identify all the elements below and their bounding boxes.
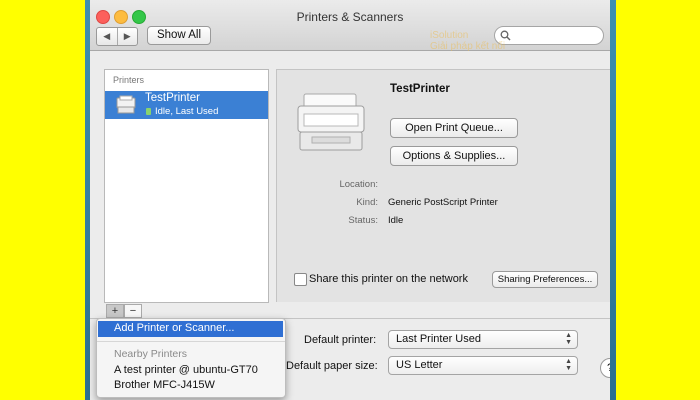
- select-arrows-icon: ▲ ▼: [565, 332, 572, 346]
- menu-separator: [97, 341, 285, 342]
- kind-value: Generic PostScript Printer: [388, 197, 498, 208]
- show-all-button[interactable]: Show All: [147, 26, 211, 45]
- menu-item-add-printer[interactable]: Add Printer or Scanner...: [114, 322, 234, 334]
- printer-icon: [116, 95, 136, 114]
- yellow-frame-left: [0, 0, 85, 400]
- watermark-brand: iSolution: [430, 30, 469, 41]
- share-printer-checkbox[interactable]: [294, 273, 307, 286]
- printers-list: Printers TestPrinter Idle, Last Used: [104, 69, 269, 303]
- paper-size-value: US Letter: [396, 359, 443, 371]
- share-printer-label: Share this printer on the network: [309, 273, 468, 285]
- watermark: iSolution Giải pháp kết nối: [430, 30, 505, 52]
- select-arrows-icon: ▲ ▼: [565, 358, 572, 372]
- list-item-testprinter[interactable]: TestPrinter Idle, Last Used: [105, 91, 268, 119]
- desktop-background-right: [610, 0, 616, 400]
- printer-status: Idle, Last Used: [155, 106, 219, 117]
- paper-size-select[interactable]: US Letter ▲ ▼: [388, 356, 578, 375]
- default-printer-select[interactable]: Last Printer Used ▲ ▼: [388, 330, 578, 349]
- search-input[interactable]: [494, 26, 604, 45]
- options-supplies-button[interactable]: Options & Supplies...: [390, 146, 518, 166]
- add-printer-menu: Add Printer or Scanner... Nearby Printer…: [96, 318, 286, 398]
- back-button[interactable]: ◀: [97, 28, 118, 45]
- sharing-preferences-button[interactable]: Sharing Preferences...: [492, 271, 598, 288]
- forward-button[interactable]: ▶: [118, 28, 138, 45]
- status-label: Status:: [348, 215, 378, 226]
- menu-item-nearby-printer[interactable]: A test printer @ ubuntu-GT70: [114, 364, 258, 376]
- menu-item-nearby-printer[interactable]: Brother MFC-J415W: [114, 379, 215, 391]
- status-indicator-icon: [146, 108, 151, 115]
- watermark-tagline: Giải pháp kết nối: [430, 41, 506, 52]
- default-printer-value: Last Printer Used: [396, 333, 481, 345]
- default-printer-label: Default printer:: [304, 334, 377, 346]
- title-bar: Printers & Scanners ◀ ▶ Show All: [90, 0, 610, 51]
- remove-printer-button[interactable]: −: [124, 304, 142, 318]
- status-value: Idle: [388, 215, 404, 226]
- window-title: Printers & Scanners: [296, 10, 404, 24]
- printers-list-header: Printers: [113, 75, 145, 85]
- paper-size-label: Default paper size:: [286, 360, 378, 372]
- printer-icon-large: [297, 93, 365, 151]
- yellow-frame-right: [614, 0, 700, 400]
- location-label: Location:: [339, 179, 378, 190]
- nearby-printers-header: Nearby Printers: [114, 348, 187, 360]
- printer-name: TestPrinter: [145, 92, 200, 104]
- add-printer-button[interactable]: +: [106, 304, 124, 318]
- add-remove-control: + −: [106, 304, 142, 318]
- kind-label: Kind:: [356, 197, 378, 208]
- open-print-queue-button[interactable]: Open Print Queue...: [390, 118, 518, 138]
- back-forward-control: ◀ ▶: [96, 27, 138, 46]
- printer-title: TestPrinter: [390, 83, 450, 95]
